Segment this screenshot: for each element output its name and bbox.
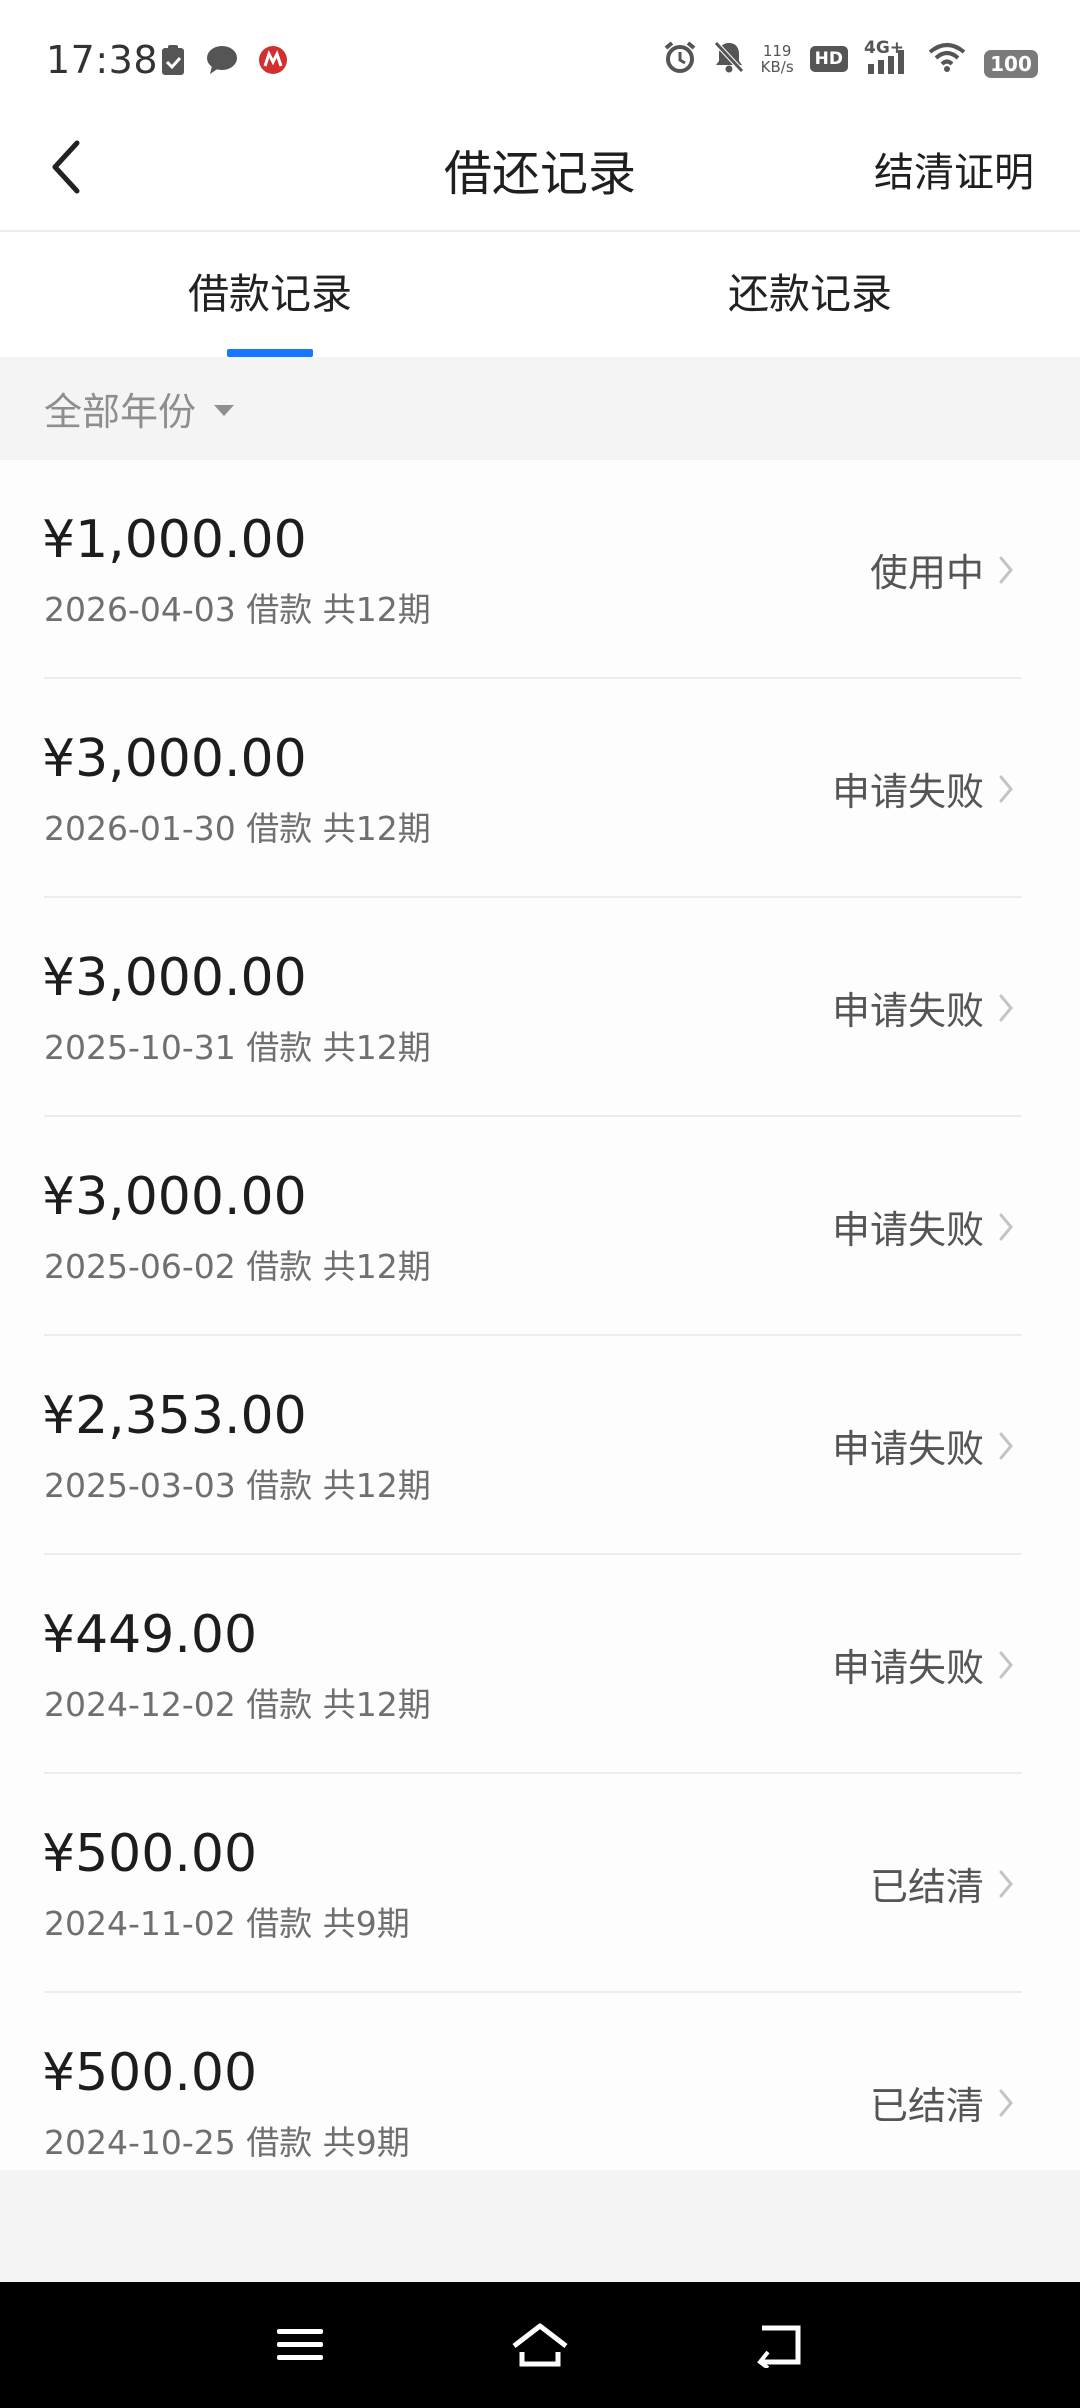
- loan-status: 已结清: [870, 2075, 1014, 2130]
- cellular-signal-icon: 4G+: [864, 38, 912, 76]
- list-bottom-spacer: [0, 2170, 1080, 2282]
- chevron-right-icon: [999, 1432, 1013, 1459]
- loan-meta: 2025-10-31 借款 共12期: [44, 1028, 431, 1067]
- caret-down-icon: [214, 405, 235, 416]
- loan-status-text: 使用中: [869, 551, 984, 595]
- loan-status: 使用中: [870, 542, 1014, 597]
- loan-record-row[interactable]: ¥1,000.00 2026-04-03 借款 共12期 使用中: [0, 460, 1080, 679]
- loan-list: ¥1,000.00 2026-04-03 借款 共12期 使用中 ¥3,000.…: [0, 460, 1080, 2212]
- wifi-icon: [928, 42, 966, 76]
- loan-status: 申请失败: [832, 1199, 1014, 1254]
- status-time: 17:38: [46, 38, 159, 82]
- chevron-right-icon: [999, 775, 1013, 802]
- loan-amount: ¥500.00: [42, 2043, 258, 2103]
- loan-meta: 2026-01-30 借款 共12期: [44, 809, 431, 848]
- filter-bar: 全部年份: [0, 357, 1080, 460]
- loan-status-text: 申请失败: [831, 1646, 984, 1690]
- system-nav-bar: [0, 2282, 1080, 2408]
- settlement-certificate-link[interactable]: 结清证明: [874, 140, 1034, 198]
- loan-record-row[interactable]: ¥500.00 2024-11-02 借款 共9期 已结清: [0, 1774, 1080, 1993]
- back-nav-button[interactable]: [745, 2310, 815, 2380]
- loan-meta: 2024-11-02 借款 共9期: [44, 1904, 410, 1943]
- loan-record-row[interactable]: ¥3,000.00 2026-01-30 借款 共12期 申请失败: [0, 679, 1080, 898]
- loan-record-row[interactable]: ¥2,353.00 2025-03-03 借款 共12期 申请失败: [0, 1336, 1080, 1555]
- loan-status: 申请失败: [832, 980, 1014, 1035]
- loan-status: 申请失败: [832, 1418, 1014, 1473]
- loan-amount: ¥500.00: [42, 1824, 258, 1884]
- home-icon: [512, 2323, 568, 2367]
- clipboard-icon: [160, 44, 186, 80]
- chevron-right-icon: [999, 1870, 1013, 1897]
- chevron-right-icon: [999, 994, 1013, 1021]
- loan-record-row[interactable]: ¥449.00 2024-12-02 借款 共12期 申请失败: [0, 1555, 1080, 1774]
- loan-amount: ¥3,000.00: [42, 729, 307, 789]
- loan-status-text: 已结清: [869, 2084, 984, 2128]
- loan-meta: 2025-03-03 借款 共12期: [44, 1466, 431, 1505]
- net-speed-value: 119: [762, 42, 792, 60]
- chevron-right-icon: [999, 1651, 1013, 1678]
- bell-muted-icon: [713, 40, 745, 78]
- loan-amount: ¥449.00: [42, 1605, 258, 1665]
- screen: 17:38 119 KB/s HD 4G+ 100 借还记录 结清证明 借款记录…: [0, 0, 1080, 2408]
- menu-icon: [277, 2329, 323, 2360]
- chevron-right-icon: [999, 1213, 1013, 1240]
- loan-meta: 2024-12-02 借款 共12期: [44, 1685, 431, 1724]
- loan-status: 申请失败: [832, 1637, 1014, 1692]
- message-icon: [206, 45, 238, 79]
- tab-loan-records[interactable]: 借款记录: [0, 232, 540, 357]
- tab-repayment-records[interactable]: 还款记录: [540, 232, 1080, 357]
- loan-status-text: 申请失败: [831, 1427, 984, 1471]
- bank-app-icon: [258, 45, 288, 79]
- loan-status-text: 申请失败: [831, 989, 984, 1033]
- status-bar: 17:38 119 KB/s HD 4G+ 100: [0, 0, 1080, 110]
- chevron-right-icon: [999, 2089, 1013, 2116]
- loan-meta: 2024-10-25 借款 共9期: [44, 2123, 410, 2162]
- loan-status-text: 申请失败: [831, 1208, 984, 1252]
- loan-amount: ¥3,000.00: [42, 948, 307, 1008]
- loan-status: 已结清: [870, 1856, 1014, 1911]
- active-tab-indicator: [227, 349, 313, 357]
- loan-record-row[interactable]: ¥3,000.00 2025-06-02 借款 共12期 申请失败: [0, 1117, 1080, 1336]
- menu-button[interactable]: [265, 2310, 335, 2380]
- chevron-right-icon: [999, 556, 1013, 583]
- loan-amount: ¥2,353.00: [42, 1386, 307, 1446]
- status-right-icons: 119 KB/s HD 4G+: [663, 38, 966, 78]
- tab-label: 还款记录: [728, 270, 892, 318]
- tab-bar: 借款记录 还款记录: [0, 232, 1080, 357]
- nav-header: 借还记录 结清证明: [0, 110, 1080, 232]
- net-speed: 119 KB/s: [761, 43, 794, 75]
- loan-amount: ¥3,000.00: [42, 1167, 307, 1227]
- loan-record-row[interactable]: ¥3,000.00 2025-10-31 借款 共12期 申请失败: [0, 898, 1080, 1117]
- net-speed-unit: KB/s: [760, 58, 794, 76]
- loan-status-text: 申请失败: [831, 770, 984, 814]
- year-filter-label: 全部年份: [44, 390, 197, 434]
- status-left-icons: [160, 44, 288, 80]
- alarm-icon: [663, 40, 697, 78]
- loan-amount: ¥1,000.00: [42, 510, 307, 570]
- year-filter-dropdown[interactable]: 全部年份: [44, 381, 235, 436]
- loan-status-text: 已结清: [869, 1865, 984, 1909]
- back-arrow-icon: [757, 2325, 801, 2368]
- battery-indicator: 100: [984, 50, 1038, 78]
- loan-meta: 2026-04-03 借款 共12期: [44, 590, 431, 629]
- home-button[interactable]: [505, 2310, 575, 2380]
- loan-status: 申请失败: [832, 761, 1014, 816]
- tab-label: 借款记录: [188, 270, 352, 318]
- loan-meta: 2025-06-02 借款 共12期: [44, 1247, 431, 1286]
- hd-icon: HD: [809, 46, 848, 72]
